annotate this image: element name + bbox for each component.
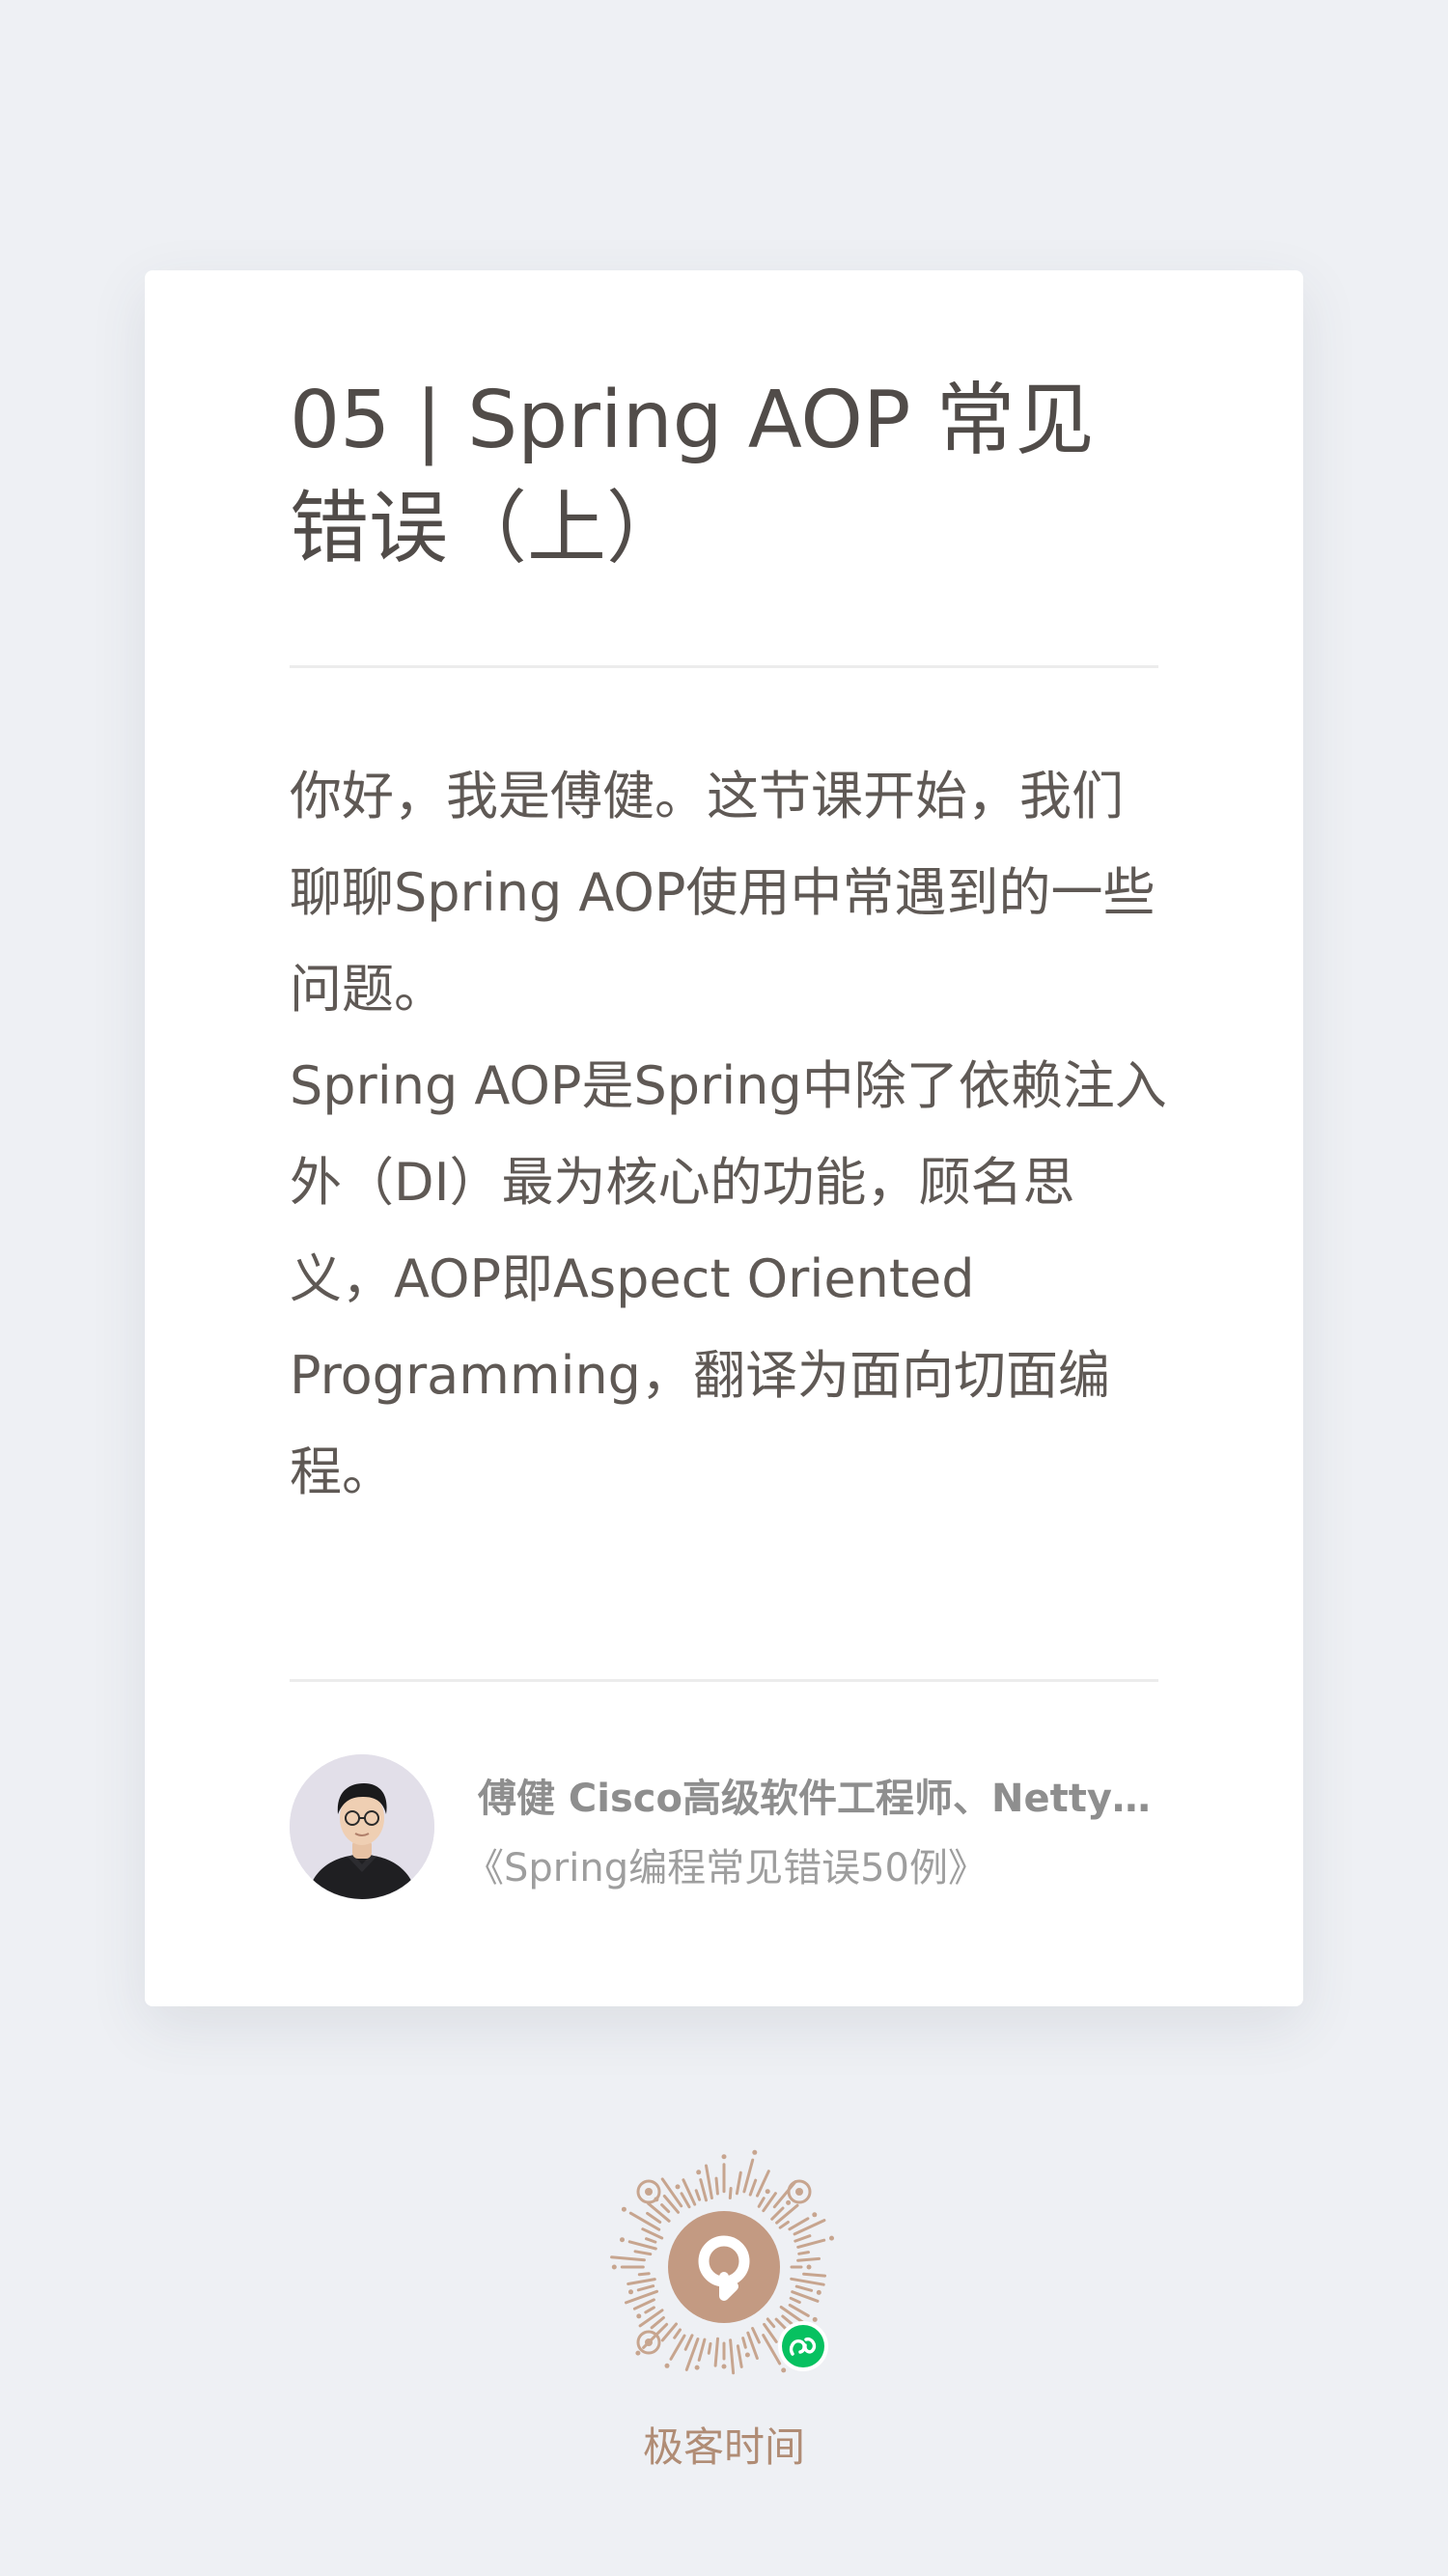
qr-dot [812,2316,818,2322]
qr-dot [816,2289,821,2295]
miniprogram-qr-code [599,2142,849,2393]
author-block: 傅健 Cisco高级软件工程师、Netty项目贡献者 《Spring编程常见错误… [290,1754,1163,1899]
qr-ray [729,2338,736,2375]
qr-dot [721,2364,727,2369]
qr-ray [633,2250,653,2256]
qr-ray [797,2251,810,2255]
qr-ray [778,2221,790,2229]
qr-ray [632,2298,655,2310]
qr-ray [728,2187,733,2199]
qr-ray [742,2158,755,2194]
qr-ray [735,2170,742,2196]
qr-dot [806,2264,812,2270]
qr-ray [694,2189,702,2201]
qr-dot [829,2235,834,2241]
qr-finder-top-right [787,2179,812,2204]
qr-dot [635,2350,641,2356]
author-avatar-icon [290,1754,434,1899]
qr-ray [713,2337,719,2367]
qr-ray [645,2237,657,2244]
qr-dot [786,2199,792,2205]
article-title: 05 | Spring AOP 常见错误（上） [290,375,1095,574]
qr-dot [721,2154,727,2160]
geektime-logo-icon [668,2211,780,2323]
qr-ray [766,2317,776,2329]
qr-dot [621,2206,627,2212]
excerpt-paragraph-1: 你好，我是傅健。这节课开始，我们聊聊Spring AOP使用中常遇到的一些问题。 [290,766,1156,1020]
qr-ray [627,2278,656,2285]
wechat-miniprogram-icon [778,2321,828,2371]
qr-ray [789,2296,801,2304]
qr-dot [812,2212,818,2218]
qr-dot [611,2264,617,2270]
qr-dot [664,2363,670,2368]
qr-ray [741,2337,747,2349]
qr-ray [627,2240,657,2251]
qr-dot [620,2237,625,2243]
qr-ray [794,2234,812,2243]
qr-dot [696,2170,702,2175]
qr-ray [788,2217,810,2231]
brand-label: 极客时间 [642,2423,805,2471]
qr-ray [794,2284,814,2292]
qr-ray [748,2178,758,2197]
qr-ray [644,2306,655,2314]
qr-ray [660,2177,683,2208]
qr-ray [751,2327,761,2344]
qr-finder-bottom-left [636,2330,661,2355]
qr-ray [762,2192,777,2213]
title-divider [290,665,1158,668]
qr-ray [636,2284,655,2292]
article-excerpt: 你好，我是傅健。这节课开始，我们聊聊Spring AOP使用中常遇到的一些问题。… [290,748,1168,1521]
qr-ray [707,2341,712,2355]
qr-dot [628,2289,633,2295]
qr-ray [757,2197,766,2208]
qr-ray [762,2334,782,2366]
excerpt-paragraph-2: Spring AOP是Spring中除了依赖注入外（DI）最为核心的功能，顾名思… [290,1055,1167,1502]
author-divider [290,1679,1158,1682]
course-title: 《Spring编程常见错误50例》 [465,1846,987,1890]
share-card: 05 | Spring AOP 常见错误（上） 你好，我是傅健。这节课开始，我们… [145,270,1303,2006]
qr-ray [646,2211,662,2224]
qr-ray [802,2272,826,2278]
qr-finder-top-left [636,2179,661,2204]
qr-dot [765,2189,770,2195]
qr-ray [790,2277,825,2286]
qr-ray [647,2201,671,2223]
qr-dot [675,2184,681,2190]
qr-ray [610,2255,646,2262]
qr-dot [752,2149,758,2155]
qr-ray [660,2203,671,2214]
qr-ray [650,2316,665,2330]
qr-dot [781,2367,787,2373]
qr-ray [680,2192,691,2209]
qr-dot [744,2352,750,2358]
author-name: 傅健 Cisco高级软件工程师、Netty项目贡献者 [478,1777,1163,1821]
qr-ray [714,2176,719,2196]
qr-dot [636,2313,642,2319]
qr-ray [736,2344,743,2368]
qr-ray [775,2203,799,2225]
qr-code-icon [610,2149,834,2375]
qr-ray [796,2256,821,2262]
qr-ray [628,2211,661,2231]
qr-ray [796,2238,826,2249]
qr-ray [669,2334,686,2361]
qr-ray [705,2164,713,2199]
avatar [290,1754,434,1899]
qr-ray [697,2338,707,2362]
qr-ray [683,2334,694,2351]
qr-ray [699,2178,708,2202]
qr-dot [694,2365,700,2370]
qr-ray [637,2272,651,2277]
qr-ray [673,2328,682,2339]
